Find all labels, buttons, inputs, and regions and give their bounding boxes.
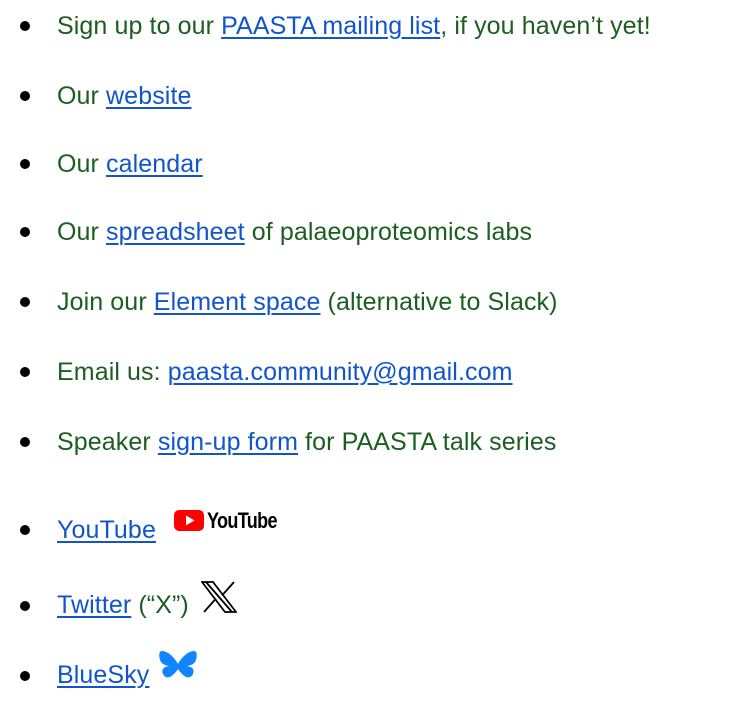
bullet xyxy=(20,91,30,101)
bullet xyxy=(20,21,30,31)
bullet xyxy=(20,159,30,169)
item-prefix: Sign up to our xyxy=(57,11,222,40)
item-suffix: for PAASTA talk series xyxy=(298,427,557,456)
item-prefix: Our xyxy=(57,81,107,110)
mailing-list-link[interactable]: PAASTA mailing list xyxy=(221,12,440,40)
item-suffix: (alternative to Slack) xyxy=(320,287,558,316)
youtube-play-icon xyxy=(173,510,204,532)
item-text: Twitter (“X”) xyxy=(57,580,238,626)
item-text: Our spreadsheet of palaeoproteomics labs xyxy=(57,218,532,247)
youtube-wordmark: YouTube xyxy=(206,507,278,533)
bullet xyxy=(20,525,30,535)
sign-up-form-link[interactable]: sign-up form xyxy=(158,428,298,456)
item-text: Join our Element space (alternative to S… xyxy=(57,288,558,317)
item-text: Email us: paasta.community@gmail.com xyxy=(57,358,513,387)
item-suffix: (“X”) xyxy=(131,590,189,619)
bullet xyxy=(20,367,30,377)
bullet xyxy=(20,437,30,447)
twitter-link[interactable]: Twitter xyxy=(57,591,131,619)
item-text: Our website xyxy=(57,82,192,111)
item-text: YouTube YouTube xyxy=(57,508,292,545)
item-text: BlueSky xyxy=(57,650,198,697)
item-suffix: of palaeoproteomics labs xyxy=(244,217,533,246)
item-prefix: Our xyxy=(57,217,107,246)
element-space-link[interactable]: Element space xyxy=(154,288,321,316)
youtube-link[interactable]: YouTube xyxy=(57,516,156,544)
bluesky-butterfly-icon xyxy=(159,650,198,691)
bullet xyxy=(20,297,30,307)
item-prefix: Join our xyxy=(57,287,154,316)
bullet xyxy=(20,601,30,611)
bullet xyxy=(20,671,30,681)
email-link[interactable]: paasta.community@gmail.com xyxy=(168,358,513,386)
item-prefix: Email us: xyxy=(57,357,168,386)
item-prefix: Our xyxy=(57,149,107,178)
bluesky-link[interactable]: BlueSky xyxy=(57,661,149,689)
item-text: Sign up to our PAASTA mailing list, if y… xyxy=(57,12,651,41)
item-text: Speaker sign-up form for PAASTA talk ser… xyxy=(57,428,556,457)
website-link[interactable]: website xyxy=(106,82,191,110)
x-logo-icon xyxy=(200,580,238,620)
item-prefix: Speaker xyxy=(57,427,158,456)
calendar-link[interactable]: calendar xyxy=(106,150,203,178)
bullet xyxy=(20,227,30,237)
youtube-logo-icon: YouTube xyxy=(173,507,292,534)
item-text: Our calendar xyxy=(57,150,203,179)
spreadsheet-link[interactable]: spreadsheet xyxy=(106,218,245,246)
item-suffix: , if you haven’t yet! xyxy=(440,11,651,40)
resource-link-list: Sign up to our PAASTA mailing list, if y… xyxy=(0,0,742,718)
